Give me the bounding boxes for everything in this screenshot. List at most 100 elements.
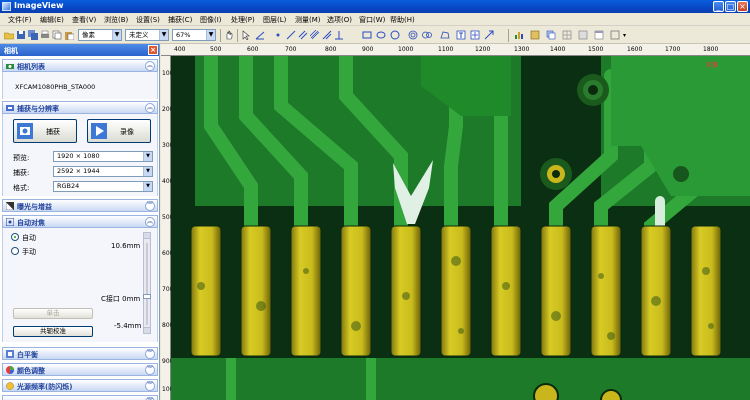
image-viewport[interactable]: 400 500 600 700 800 900 1000 1100 1200 1…	[161, 44, 750, 400]
record-button-label: 录像	[120, 128, 134, 136]
record-button[interactable]: 录像	[87, 119, 151, 143]
focus-slider-track[interactable]	[143, 232, 151, 334]
chevron-down-icon[interactable]: ︾	[145, 381, 155, 391]
angle-tool-icon[interactable]	[255, 30, 265, 40]
menu-view[interactable]: 查看(V)	[72, 15, 96, 25]
grid-icon[interactable]	[562, 30, 572, 40]
manual-focus-radio[interactable]	[11, 247, 19, 255]
auto-focus-radio[interactable]	[11, 233, 19, 241]
single-focus-button[interactable]: 单击	[13, 308, 93, 319]
capture-resolution-body: 捕获 录像 预览: 1920 × 1080 ▼ 捕获: 2592 × 1944 …	[2, 114, 158, 196]
arrow-tool-icon[interactable]	[484, 30, 494, 40]
open-folder-icon[interactable]	[4, 30, 14, 40]
capture-resolution-select[interactable]: 2592 × 1944 ▼	[53, 166, 153, 177]
section-exposure-gain[interactable]: 曝光与增益 ︾	[2, 199, 158, 212]
menu-measure[interactable]: 测量(M)	[295, 15, 321, 25]
close-button[interactable]: ×	[737, 1, 748, 12]
camera-panel-header: 相机 ×	[0, 44, 159, 56]
overlay-icon[interactable]	[578, 30, 588, 40]
section-white-balance-title: 白平衡	[17, 351, 38, 359]
camera-device-item[interactable]: XFCAM1080PHB_STA000	[15, 83, 95, 91]
menu-file[interactable]: 文件(F)	[8, 15, 32, 25]
slider-up-arrow-icon[interactable]	[144, 233, 150, 239]
polygon-tool-icon[interactable]	[440, 30, 450, 40]
section-flicker[interactable]: 光源频率(防闪烁) ︾	[2, 379, 158, 392]
chevron-down-icon: ▼	[112, 30, 121, 40]
menu-image[interactable]: 图像(I)	[200, 15, 222, 25]
save-icon[interactable]	[16, 30, 26, 40]
auto-focus-label: 自动	[22, 234, 36, 242]
menu-help[interactable]: 帮助(H)	[390, 15, 415, 25]
section-exposure-gain-title: 曝光与增益	[17, 203, 52, 211]
parallel-line-icon[interactable]	[298, 30, 308, 40]
chevron-up-icon[interactable]: ︽	[145, 103, 155, 113]
select-arrow-icon[interactable]	[241, 30, 251, 40]
preview-resolution-value: 1920 × 1080	[57, 152, 100, 160]
measure-sheet-icon[interactable]	[530, 30, 540, 40]
menu-layer[interactable]: 图层(L)	[263, 15, 286, 25]
section-capture-resolution-title: 捕获与分辨率	[17, 105, 59, 113]
calibration-select-value: 未定义	[129, 31, 149, 39]
rectangle-tool-icon[interactable]	[362, 30, 372, 40]
camera-list-body: XFCAM1080PHB_STA000	[2, 72, 158, 99]
menu-window[interactable]: 窗口(W)	[359, 15, 385, 25]
chevron-down-icon: ▼	[206, 30, 215, 40]
histogram-icon[interactable]	[514, 30, 524, 40]
two-circle-icon[interactable]	[422, 30, 432, 40]
chevron-down-icon[interactable]: ︾	[145, 349, 155, 359]
window-icon[interactable]	[594, 30, 604, 40]
menu-process[interactable]: 处理(P)	[231, 15, 255, 25]
autofocus-body: 自动 手动 10.6mm C接口 0mm -5.4mm 单击 共轭校准	[2, 228, 158, 342]
multi-line-icon[interactable]	[310, 30, 320, 40]
text-tool-icon[interactable]	[456, 30, 466, 40]
microscope-live-image[interactable]	[171, 56, 750, 400]
toolbar-overflow-icon[interactable]: ▾	[623, 32, 633, 42]
section-autofocus[interactable]: 自动对焦 ︽	[2, 215, 158, 228]
chevron-up-icon[interactable]: ︽	[145, 217, 155, 227]
layer-icon[interactable]	[546, 30, 556, 40]
chevron-down-icon[interactable]: ︾	[145, 201, 155, 211]
circle-tool-icon[interactable]	[390, 30, 400, 40]
preview-resolution-select[interactable]: 1920 × 1080 ▼	[53, 151, 153, 162]
line-tool-icon[interactable]	[286, 30, 296, 40]
menu-settings[interactable]: 设置(S)	[136, 15, 160, 25]
conjugate-calibrate-button[interactable]: 共轭校准	[13, 326, 93, 337]
ruler-tick: 1800	[703, 46, 719, 53]
vertical-line-icon[interactable]	[322, 30, 332, 40]
section-more[interactable]: ︾	[2, 395, 158, 400]
light-frequency-icon	[6, 382, 14, 390]
save-all-icon[interactable]	[28, 30, 38, 40]
minimize-button[interactable]: _	[713, 1, 724, 12]
section-white-balance[interactable]: 白平衡 ︾	[2, 347, 158, 360]
ellipse-tool-icon[interactable]	[376, 30, 386, 40]
fullscreen-icon[interactable]	[610, 30, 620, 40]
section-color-adjust[interactable]: 颜色调整 ︾	[2, 363, 158, 376]
counter-tool-icon[interactable]	[470, 30, 480, 40]
focus-top-value: 10.6mm	[111, 242, 141, 250]
maximize-button[interactable]: □	[725, 1, 736, 12]
menu-options[interactable]: 选项(O)	[327, 15, 352, 25]
calibration-select[interactable]: 未定义 ▼	[125, 29, 169, 41]
perpendicular-icon[interactable]	[334, 30, 344, 40]
close-icon[interactable]: ×	[148, 45, 158, 55]
slider-down-arrow-icon[interactable]	[144, 327, 150, 333]
copy-icon[interactable]	[52, 30, 62, 40]
menu-browse[interactable]: 浏览(B)	[104, 15, 128, 25]
chevron-up-icon[interactable]: ︽	[145, 61, 155, 71]
print-icon[interactable]	[40, 30, 50, 40]
hand-pan-icon[interactable]	[224, 30, 234, 40]
format-select[interactable]: RGB24 ▼	[53, 181, 153, 192]
section-camera-list[interactable]: 相机列表 ︽	[2, 59, 158, 72]
paste-icon[interactable]	[64, 30, 74, 40]
focus-slider-thumb[interactable]	[143, 294, 151, 299]
chevron-down-icon[interactable]: ︾	[145, 365, 155, 375]
menu-edit[interactable]: 编辑(E)	[40, 15, 64, 25]
section-capture-resolution[interactable]: 捕获与分辨率 ︽	[2, 101, 158, 114]
concentric-circle-icon[interactable]	[408, 30, 418, 40]
unit-select[interactable]: 像素 ▼	[78, 29, 122, 41]
exposure-icon	[6, 202, 14, 210]
point-tool-icon[interactable]	[273, 30, 283, 40]
capture-button[interactable]: 捕获	[13, 119, 77, 143]
menu-capture[interactable]: 捕获(C)	[168, 15, 192, 25]
zoom-select[interactable]: 67% ▼	[172, 29, 216, 41]
